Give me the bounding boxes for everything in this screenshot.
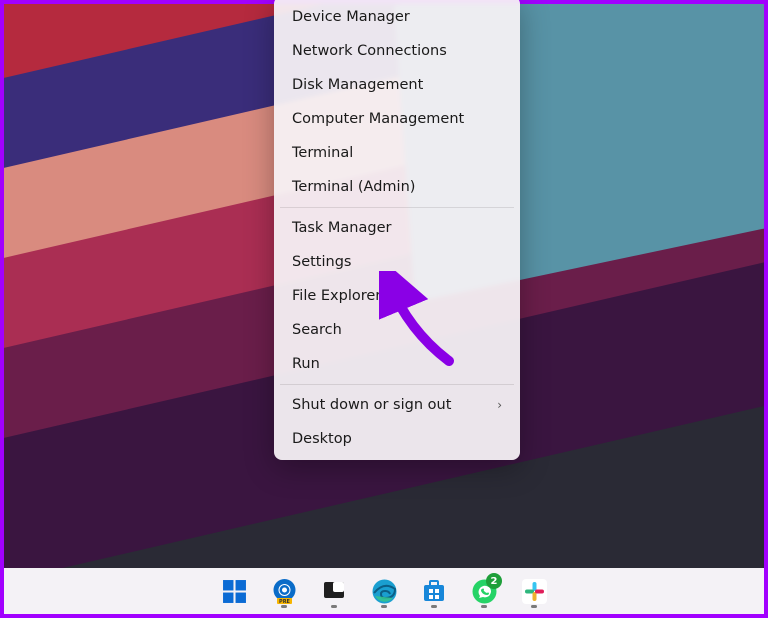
menu-separator [280, 207, 514, 208]
outlook-icon: PRE [271, 578, 298, 605]
taskbar-whatsapp[interactable]: 2 [464, 571, 504, 611]
menu-item-label: Desktop [292, 431, 352, 447]
taskbar-running-indicator [531, 605, 537, 608]
menu-item-label: Settings [292, 254, 351, 270]
menu-item-network-connections[interactable]: Network Connections [278, 34, 516, 68]
menu-item-label: Disk Management [292, 77, 423, 93]
menu-item-label: File Explorer [292, 288, 381, 304]
taskbar-running-indicator [281, 605, 287, 608]
store-icon [421, 578, 448, 605]
menu-item-label: Computer Management [292, 111, 464, 127]
menu-item-label: Device Manager [292, 9, 410, 25]
menu-item-terminal[interactable]: Terminal [278, 136, 516, 170]
menu-item-label: Terminal [292, 145, 353, 161]
menu-item-task-manager[interactable]: Task Manager [278, 211, 516, 245]
taskbar-slack[interactable] [514, 571, 554, 611]
menu-item-run[interactable]: Run [278, 347, 516, 381]
start-button[interactable] [214, 571, 254, 611]
slack-icon [521, 578, 548, 605]
menu-item-label: Search [292, 322, 342, 338]
menu-item-device-manager[interactable]: Device Manager [278, 0, 516, 34]
winx-context-menu: Device Manager Network Connections Disk … [274, 0, 520, 460]
menu-item-label: Terminal (Admin) [292, 179, 415, 195]
menu-item-label: Run [292, 356, 320, 372]
taskbar-edge[interactable] [364, 571, 404, 611]
menu-item-terminal-admin[interactable]: Terminal (Admin) [278, 170, 516, 204]
menu-item-computer-management[interactable]: Computer Management [278, 102, 516, 136]
menu-item-search[interactable]: Search [278, 313, 516, 347]
taskbar-running-indicator [481, 605, 487, 608]
notification-badge: 2 [486, 573, 502, 589]
menu-item-shutdown-signout[interactable]: Shut down or sign out › [278, 388, 516, 422]
taskbar-outlook-preview[interactable]: PRE [264, 571, 304, 611]
menu-item-file-explorer[interactable]: File Explorer [278, 279, 516, 313]
menu-item-label: Network Connections [292, 43, 447, 59]
windows-logo-icon [221, 578, 248, 605]
menu-item-label: Task Manager [292, 220, 391, 236]
task-view-icon [321, 578, 348, 605]
taskbar-running-indicator [331, 605, 337, 608]
menu-separator [280, 384, 514, 385]
svg-text:PRE: PRE [279, 599, 291, 605]
menu-item-label: Shut down or sign out [292, 397, 451, 413]
desktop-viewport: Device Manager Network Connections Disk … [0, 0, 768, 618]
taskbar-task-view[interactable] [314, 571, 354, 611]
chevron-right-icon: › [497, 398, 502, 412]
edge-icon [371, 578, 398, 605]
menu-item-disk-management[interactable]: Disk Management [278, 68, 516, 102]
menu-item-desktop[interactable]: Desktop [278, 422, 516, 456]
menu-item-settings[interactable]: Settings [278, 245, 516, 279]
taskbar-running-indicator [431, 605, 437, 608]
taskbar-microsoft-store[interactable] [414, 571, 454, 611]
taskbar: PRE [4, 568, 764, 614]
taskbar-running-indicator [381, 605, 387, 608]
